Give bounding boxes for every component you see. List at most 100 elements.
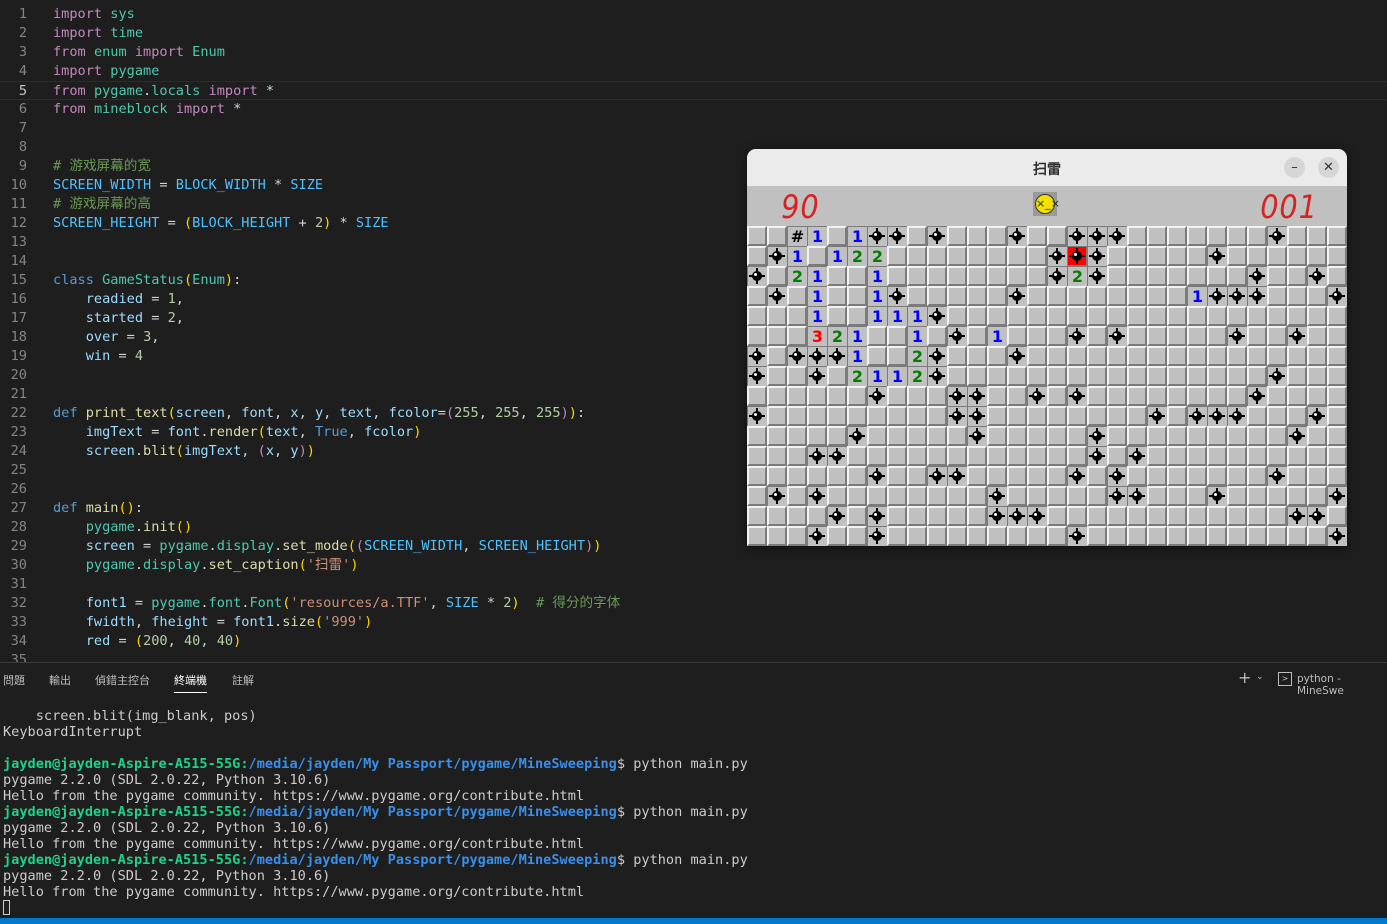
cell-mine[interactable] xyxy=(927,226,947,246)
cell-closed[interactable] xyxy=(1247,306,1267,326)
code-text[interactable]: pygame.init() xyxy=(53,518,192,537)
cell-closed[interactable] xyxy=(1047,426,1067,446)
cell-closed[interactable] xyxy=(787,526,807,546)
cell-closed[interactable] xyxy=(787,506,807,526)
cell-mine[interactable] xyxy=(867,386,887,406)
cell-closed[interactable] xyxy=(887,326,907,346)
cell-closed[interactable] xyxy=(767,386,787,406)
cell-closed[interactable] xyxy=(1087,466,1107,486)
cell-closed[interactable] xyxy=(1027,486,1047,506)
cell-closed[interactable] xyxy=(1167,266,1187,286)
cell-closed[interactable] xyxy=(1187,366,1207,386)
cell-closed[interactable] xyxy=(1067,306,1087,326)
cell-mine[interactable] xyxy=(947,406,967,426)
cell-closed[interactable] xyxy=(867,486,887,506)
cell-closed[interactable] xyxy=(1207,306,1227,326)
cell-closed[interactable] xyxy=(747,526,767,546)
cell-mine[interactable] xyxy=(1267,226,1287,246)
cell-mine[interactable] xyxy=(807,366,827,386)
cell-closed[interactable] xyxy=(1107,386,1127,406)
cell-closed[interactable] xyxy=(1027,246,1047,266)
code-line[interactable]: 34 red = (200, 40, 40) xyxy=(0,632,1387,651)
cell-closed[interactable] xyxy=(1187,306,1207,326)
cell-mine[interactable] xyxy=(1207,406,1227,426)
cell-closed[interactable] xyxy=(847,266,867,286)
cell-closed[interactable] xyxy=(1287,446,1307,466)
cell-closed[interactable] xyxy=(747,286,767,306)
cell-closed[interactable] xyxy=(1147,266,1167,286)
cell-closed[interactable] xyxy=(1047,446,1067,466)
cell-mine[interactable] xyxy=(1087,446,1107,466)
cell-closed[interactable] xyxy=(1247,246,1267,266)
cell-mine[interactable] xyxy=(1247,266,1267,286)
cell-closed[interactable] xyxy=(1207,266,1227,286)
cell-closed[interactable] xyxy=(1107,506,1127,526)
cell-closed[interactable] xyxy=(1327,366,1347,386)
cell-closed[interactable] xyxy=(967,346,987,366)
cell-closed[interactable] xyxy=(1167,526,1187,546)
cell-mine[interactable] xyxy=(947,326,967,346)
cell-closed[interactable] xyxy=(747,446,767,466)
cell-closed[interactable] xyxy=(1327,506,1347,526)
cell-closed[interactable] xyxy=(1147,226,1167,246)
cell-closed[interactable] xyxy=(987,466,1007,486)
cell-closed[interactable] xyxy=(1127,266,1147,286)
cell-closed[interactable] xyxy=(1107,266,1127,286)
cell-mine[interactable] xyxy=(1007,346,1027,366)
cell-closed[interactable] xyxy=(1007,446,1027,466)
cell-closed[interactable] xyxy=(747,486,767,506)
code-text[interactable]: over = 3, xyxy=(53,328,160,347)
code-line[interactable]: 2 import time xyxy=(0,24,1387,43)
cell-closed[interactable] xyxy=(787,426,807,446)
cell-closed[interactable] xyxy=(1167,466,1187,486)
cell-closed[interactable] xyxy=(1127,226,1147,246)
cell-closed[interactable] xyxy=(1187,246,1207,266)
cell-closed[interactable] xyxy=(967,446,987,466)
cell-closed[interactable] xyxy=(1007,326,1027,346)
cell-closed[interactable] xyxy=(1287,466,1307,486)
cell-mine[interactable] xyxy=(1107,466,1127,486)
tab-output[interactable]: 輸出 xyxy=(49,672,71,688)
cell-closed[interactable] xyxy=(907,446,927,466)
cell-mine[interactable] xyxy=(867,506,887,526)
code-text[interactable]: started = 2, xyxy=(53,309,184,328)
cell-mine[interactable] xyxy=(1247,286,1267,306)
cell-number[interactable]: 1 xyxy=(887,306,907,326)
cell-closed[interactable] xyxy=(1307,226,1327,246)
cell-closed[interactable] xyxy=(1167,486,1187,506)
code-text[interactable]: from enum import Enum xyxy=(53,43,225,62)
cell-closed[interactable] xyxy=(1167,326,1187,346)
cell-closed[interactable] xyxy=(1247,446,1267,466)
cell-closed[interactable] xyxy=(1127,426,1147,446)
cell-closed[interactable] xyxy=(1127,366,1147,386)
cell-mine[interactable] xyxy=(807,346,827,366)
cell-closed[interactable] xyxy=(1167,446,1187,466)
cell-closed[interactable] xyxy=(1247,406,1267,426)
cell-mine[interactable] xyxy=(1127,486,1147,506)
cell-closed[interactable] xyxy=(827,406,847,426)
cell-closed[interactable] xyxy=(1147,426,1167,446)
cell-closed[interactable] xyxy=(807,246,827,266)
cell-closed[interactable] xyxy=(907,486,927,506)
cell-closed[interactable] xyxy=(1227,446,1247,466)
cell-closed[interactable] xyxy=(767,346,787,366)
cell-closed[interactable] xyxy=(1267,246,1287,266)
code-line[interactable]: 5 from pygame.locals import * xyxy=(0,81,1387,100)
cell-closed[interactable] xyxy=(1107,446,1127,466)
cell-closed[interactable] xyxy=(1107,366,1127,386)
cell-closed[interactable] xyxy=(967,306,987,326)
cell-closed[interactable] xyxy=(1087,286,1107,306)
cell-closed[interactable] xyxy=(1127,306,1147,326)
cell-closed[interactable] xyxy=(887,426,907,446)
cell-closed[interactable] xyxy=(1187,226,1207,246)
cell-closed[interactable] xyxy=(1027,526,1047,546)
cell-mine[interactable] xyxy=(747,366,767,386)
cell-closed[interactable] xyxy=(887,246,907,266)
cell-closed[interactable] xyxy=(767,426,787,446)
cell-closed[interactable] xyxy=(907,286,927,306)
cell-closed[interactable] xyxy=(1247,426,1267,446)
cell-mine[interactable] xyxy=(1287,426,1307,446)
cell-closed[interactable] xyxy=(1187,386,1207,406)
cell-closed[interactable] xyxy=(967,506,987,526)
cell-closed[interactable] xyxy=(927,286,947,306)
